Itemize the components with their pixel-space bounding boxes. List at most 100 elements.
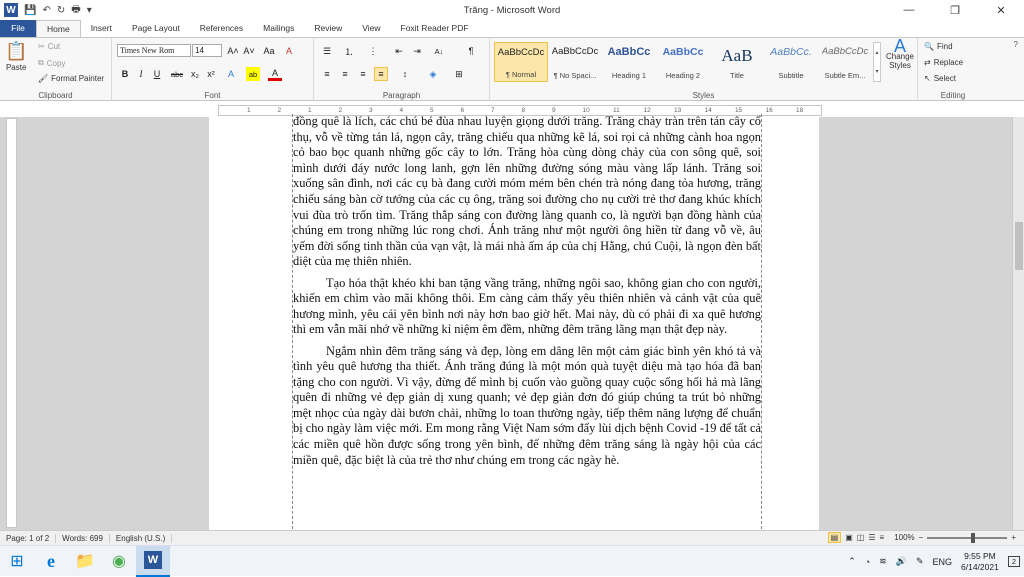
- vertical-ruler[interactable]: [6, 118, 17, 528]
- text-body[interactable]: đồng quê là lích, các chú bé đùa nhau lu…: [292, 114, 762, 529]
- input-language[interactable]: ENG: [932, 557, 952, 567]
- style-subtle-emphasis[interactable]: AaBbCcDc Subtle Em...: [818, 42, 872, 82]
- notification-icon[interactable]: 2: [1007, 556, 1020, 567]
- show-hidden-icons[interactable]: ⌃: [848, 556, 856, 567]
- borders-icon[interactable]: ⊞: [452, 67, 466, 81]
- word-taskbar-button[interactable]: W: [136, 545, 170, 577]
- tab-view[interactable]: View: [352, 20, 390, 37]
- page-count[interactable]: Page: 1 of 2: [0, 533, 57, 543]
- shading-icon[interactable]: ◈: [426, 67, 440, 81]
- folder-icon[interactable]: 📁: [68, 546, 102, 577]
- restore-button[interactable]: ❐: [932, 0, 978, 20]
- coccoc-icon[interactable]: ◉: [102, 546, 136, 577]
- help-icon[interactable]: ?: [1014, 40, 1018, 49]
- find-button[interactable]: 🔍 Find: [924, 42, 953, 51]
- superscript-button[interactable]: x²: [204, 67, 218, 81]
- word-count[interactable]: Words: 699: [56, 533, 110, 543]
- underline-button[interactable]: U: [150, 67, 164, 81]
- print-icon[interactable]: 🖶: [71, 2, 80, 19]
- tab-mailings[interactable]: Mailings: [253, 20, 304, 37]
- select-button[interactable]: ↖ Select: [924, 74, 956, 83]
- style-heading-1[interactable]: AaBbCc Heading 1: [602, 42, 656, 82]
- cut-button[interactable]: ✂ Cut: [38, 42, 60, 51]
- style-heading-2[interactable]: AaBbCc Heading 2: [656, 42, 710, 82]
- paragraph[interactable]: Tạo hóa thật khéo khi ban tặng vầng trăn…: [293, 276, 761, 338]
- align-right-icon[interactable]: ≡: [356, 67, 370, 81]
- web-layout-view-icon[interactable]: ◫: [857, 533, 865, 542]
- tab-references[interactable]: References: [190, 20, 253, 37]
- format-painter-button[interactable]: 🖌 Format Painter: [38, 74, 104, 83]
- save-icon[interactable]: 💾: [24, 5, 36, 16]
- strikethrough-button[interactable]: abc: [170, 67, 184, 81]
- align-left-icon[interactable]: ≡: [320, 67, 334, 81]
- tab-page-layout[interactable]: Page Layout: [122, 20, 190, 37]
- tab-insert[interactable]: Insert: [81, 20, 122, 37]
- tab-review[interactable]: Review: [304, 20, 352, 37]
- decrease-indent-icon[interactable]: ⇤: [392, 44, 406, 58]
- wifi-icon[interactable]: ≋: [879, 556, 887, 567]
- redo-icon[interactable]: ↻: [57, 5, 65, 16]
- replace-icon: ⇄: [924, 58, 931, 67]
- styles-scroll[interactable]: ▴ ▾: [873, 42, 881, 82]
- copy-button[interactable]: ⧉ Copy: [38, 58, 65, 68]
- clock[interactable]: 9:55 PM 6/14/2021: [961, 551, 999, 573]
- style-subtitle[interactable]: AaBbCc. Subtitle: [764, 42, 818, 82]
- line-spacing-icon[interactable]: ↕: [398, 67, 412, 81]
- bold-button[interactable]: B: [118, 67, 132, 81]
- style-title[interactable]: AaB Title: [710, 42, 764, 82]
- zoom-slider-knob[interactable]: [971, 532, 976, 543]
- vertical-scrollbar[interactable]: [1012, 117, 1024, 530]
- tab-home[interactable]: Home: [36, 20, 81, 37]
- draft-view-icon[interactable]: ≡: [880, 533, 885, 542]
- network-icon[interactable]: ◔: [865, 557, 870, 567]
- font-name-select[interactable]: Times New Rom: [117, 44, 191, 57]
- replace-button[interactable]: ⇄ Replace: [924, 58, 963, 67]
- subscript-button[interactable]: x₂: [188, 67, 202, 81]
- undo-icon[interactable]: ↶: [42, 5, 50, 16]
- zoom-in-button[interactable]: +: [1011, 533, 1016, 542]
- paragraph[interactable]: đồng quê là lích, các chú bé đùa nhau lu…: [293, 114, 761, 270]
- justify-icon[interactable]: ≡: [374, 67, 388, 81]
- zoom-level[interactable]: 100%: [894, 533, 914, 542]
- language-indicator[interactable]: English (U.S.): [110, 533, 173, 543]
- shrink-font-icon[interactable]: A˅: [242, 44, 256, 58]
- show-formatting-marks-icon[interactable]: ¶: [464, 44, 478, 58]
- numbering-icon[interactable]: ⒈: [342, 44, 356, 58]
- change-styles-button[interactable]: A Change Styles: [883, 37, 917, 70]
- grow-font-icon[interactable]: A˄: [226, 44, 240, 58]
- pen-icon[interactable]: ✎: [916, 556, 924, 567]
- sort-icon[interactable]: A↓: [432, 44, 446, 58]
- change-case-icon[interactable]: Aa: [262, 44, 276, 58]
- print-layout-view-icon[interactable]: ▤: [827, 532, 842, 543]
- increase-indent-icon[interactable]: ⇥: [410, 44, 424, 58]
- text-effects-icon[interactable]: A: [224, 67, 238, 81]
- tab-foxit-reader-pdf[interactable]: Foxit Reader PDF: [391, 20, 479, 37]
- center-icon[interactable]: ≡: [338, 67, 352, 81]
- zoom-out-button[interactable]: −: [919, 533, 924, 542]
- font-color-icon[interactable]: A: [268, 67, 282, 81]
- multilevel-list-icon[interactable]: ⋮: [366, 44, 380, 58]
- ruler-tick: 13: [674, 107, 682, 114]
- paste-button[interactable]: 📋 Paste: [5, 41, 27, 72]
- paragraph[interactable]: Ngắm nhìn đêm trăng sáng và đẹp, lòng em…: [293, 344, 761, 469]
- scrollbar-thumb[interactable]: [1015, 222, 1023, 270]
- full-screen-view-icon[interactable]: ▣: [845, 533, 853, 542]
- minimize-button[interactable]: —: [886, 0, 932, 20]
- paragraph-group: ☰ ⒈ ⋮ ⇤ ⇥ A↓ ¶ ≡ ≡ ≡ ≡ ↕ ◈ ⊞ Paragraph: [314, 38, 490, 101]
- outline-view-icon[interactable]: ☰: [868, 533, 875, 542]
- style-normal[interactable]: AaBbCcDc ¶ Normal: [494, 42, 548, 82]
- volume-icon[interactable]: 🔊: [896, 556, 907, 567]
- font-size-select[interactable]: 14: [192, 44, 222, 57]
- customize-qat-icon[interactable]: ▾: [87, 5, 92, 16]
- tab-file[interactable]: File: [0, 20, 36, 37]
- zoom-slider[interactable]: [927, 532, 1008, 543]
- highlight-icon[interactable]: ab: [246, 67, 260, 81]
- close-button[interactable]: ✕: [978, 0, 1024, 20]
- word-logo-icon[interactable]: W: [4, 3, 18, 17]
- italic-button[interactable]: I: [134, 67, 148, 81]
- start-button[interactable]: ⊞: [0, 546, 34, 577]
- clear-formatting-icon[interactable]: A: [282, 44, 296, 58]
- bullets-icon[interactable]: ☰: [320, 44, 334, 58]
- style-no-spacing[interactable]: AaBbCcDc ¶ No Spaci...: [548, 42, 602, 82]
- edge-icon[interactable]: e: [34, 546, 68, 577]
